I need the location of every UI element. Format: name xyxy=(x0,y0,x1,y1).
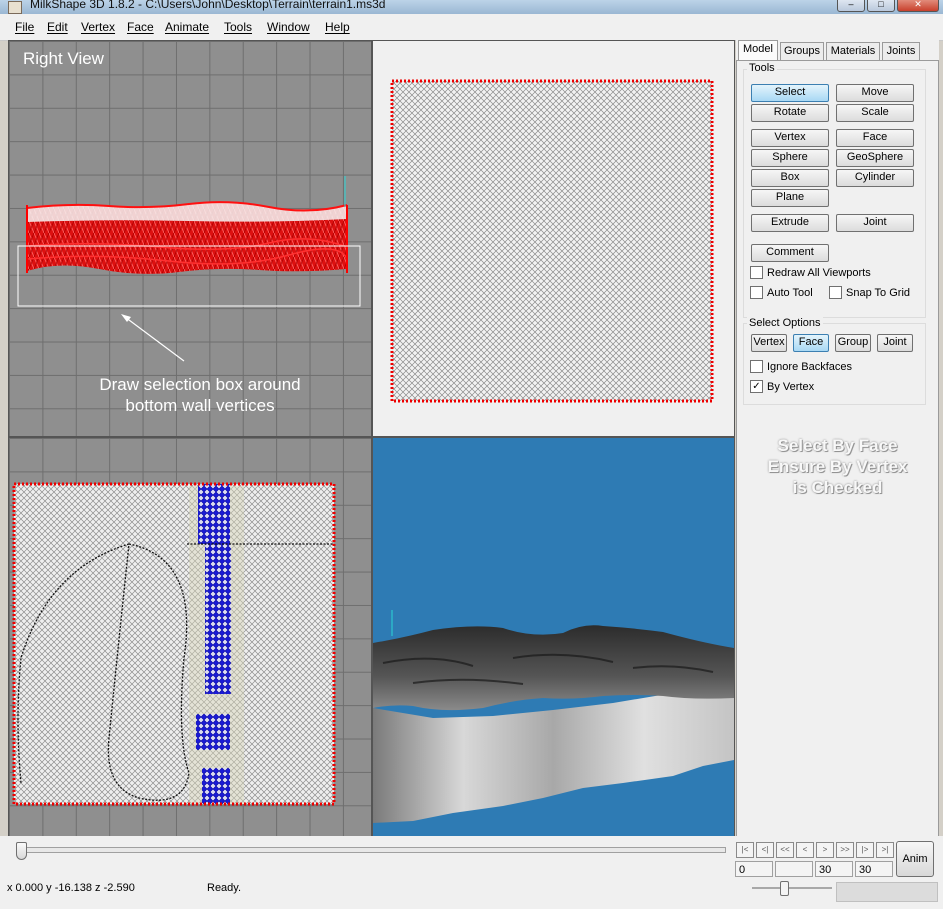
frame-slider-track[interactable] xyxy=(18,847,726,853)
select-options-label: Select Options xyxy=(747,317,823,329)
box-tool-button[interactable]: Box xyxy=(751,169,829,187)
checkbox-label: Auto Tool xyxy=(767,286,813,299)
last-frame-button[interactable]: >| xyxy=(876,842,894,858)
menu-tools[interactable]: Tools xyxy=(224,20,252,34)
speed-slider-thumb[interactable] xyxy=(780,881,789,896)
next-frame-button[interactable]: > xyxy=(816,842,834,858)
vertex-tool-button[interactable]: Vertex xyxy=(751,129,829,147)
frame-end-field[interactable]: 30 xyxy=(855,861,893,877)
select-tool-button[interactable]: Select xyxy=(751,84,829,102)
menu-animate[interactable]: Animate xyxy=(165,20,209,34)
checkmark-icon[interactable]: ✓ xyxy=(750,380,763,393)
select-group-button[interactable]: Group xyxy=(835,334,871,352)
minimize-button[interactable]: – xyxy=(837,0,865,12)
note-line-3: is Checked xyxy=(792,478,883,497)
tab-model[interactable]: Model xyxy=(738,40,778,61)
checkbox-box[interactable] xyxy=(750,360,763,373)
close-button[interactable]: ✕ xyxy=(897,0,939,12)
menu-face[interactable]: Face xyxy=(127,20,154,34)
cylinder-tool-button[interactable]: Cylinder xyxy=(836,169,914,187)
checkbox-box[interactable] xyxy=(829,286,842,299)
frame-slider-thumb[interactable] xyxy=(16,842,27,860)
note-line-1: Select By Face xyxy=(777,436,898,455)
prev-frame-button[interactable]: < xyxy=(796,842,814,858)
app-icon xyxy=(8,1,22,14)
window-title: MilkShape 3D 1.8.2 - C:\Users\John\Deskt… xyxy=(30,0,386,11)
select-joint-button[interactable]: Joint xyxy=(877,334,913,352)
frame-current-value-field[interactable]: 30 xyxy=(815,861,853,877)
speed-slider-track[interactable] xyxy=(752,887,832,889)
annotation-line-1: Draw selection box around xyxy=(99,375,301,394)
prev-key-button[interactable]: <| xyxy=(756,842,774,858)
top-view-mesh xyxy=(12,482,336,806)
menu-edit[interactable]: Edit xyxy=(47,20,68,34)
rewind-button[interactable]: << xyxy=(776,842,794,858)
note-line-2: Ensure By Vertex xyxy=(767,457,908,476)
tab-joints[interactable]: Joints xyxy=(882,42,920,60)
viewport-label: Right View xyxy=(23,49,104,68)
menu-vertex[interactable]: Vertex xyxy=(81,20,115,34)
terrain-grid-mesh xyxy=(390,79,714,403)
snap-to-grid-checkbox[interactable]: Snap To Grid xyxy=(829,286,910,299)
joint-tool-button[interactable]: Joint xyxy=(836,214,914,232)
checkbox-label: Redraw All Viewports xyxy=(767,266,871,279)
frame-start-field[interactable]: 0 xyxy=(735,861,773,877)
panel-instruction-note: Select By Face Ensure By Vertex is Check… xyxy=(737,435,938,498)
anim-button[interactable]: Anim xyxy=(896,841,934,877)
tab-materials[interactable]: Materials xyxy=(826,42,880,60)
checkbox-box[interactable] xyxy=(750,266,763,279)
coordinates-readout: x 0.000 y -16.138 z -2.590 xyxy=(7,882,135,894)
move-tool-button[interactable]: Move xyxy=(836,84,914,102)
status-message: Ready. xyxy=(207,882,242,894)
fast-forward-button[interactable]: >> xyxy=(836,842,854,858)
maximize-button[interactable]: □ xyxy=(867,0,895,12)
plane-tool-button[interactable]: Plane xyxy=(751,189,829,207)
scale-tool-button[interactable]: Scale xyxy=(836,104,914,122)
selection-instruction: Draw selection box around bottom wall ve… xyxy=(85,374,315,416)
viewport-3d-view[interactable] xyxy=(372,437,735,838)
face-tool-button[interactable]: Face xyxy=(836,129,914,147)
menu-window[interactable]: Window xyxy=(267,20,310,34)
status-bar: x 0.000 y -16.138 z -2.590 Ready. xyxy=(0,878,943,909)
viewport-right-view[interactable]: Right View Draw selection box around bot… xyxy=(8,40,372,437)
tab-groups[interactable]: Groups xyxy=(780,42,824,60)
select-face-button[interactable]: Face xyxy=(793,334,829,352)
checkbox-label: Snap To Grid xyxy=(846,286,911,299)
title-bar: MilkShape 3D 1.8.2 - C:\Users\John\Deskt… xyxy=(0,0,943,14)
model-panel: Model Groups Materials Joints Tools Sele… xyxy=(736,40,939,838)
status-panel xyxy=(836,882,938,902)
auto-tool-checkbox[interactable]: Auto Tool xyxy=(750,286,813,299)
extrude-tool-button[interactable]: Extrude xyxy=(751,214,829,232)
viewport-top-view[interactable] xyxy=(8,437,372,838)
first-frame-button[interactable]: |< xyxy=(736,842,754,858)
rotate-tool-button[interactable]: Rotate xyxy=(751,104,829,122)
panel-tabs: Model Groups Materials Joints xyxy=(736,40,939,61)
checkbox-box[interactable] xyxy=(750,286,763,299)
viewport-front-view[interactable] xyxy=(372,40,735,437)
terrain-3d-render xyxy=(373,610,734,823)
tools-label: Tools xyxy=(747,62,777,74)
checkbox-label: Ignore Backfaces xyxy=(767,360,852,373)
geosphere-tool-button[interactable]: GeoSphere xyxy=(836,149,914,167)
menu-bar: File Edit Vertex Face Animate Tools Wind… xyxy=(0,14,943,41)
menu-help[interactable]: Help xyxy=(325,20,350,34)
annotation-line-2: bottom wall vertices xyxy=(125,396,275,415)
sphere-tool-button[interactable]: Sphere xyxy=(751,149,829,167)
model-tab-page: Tools Select Move Rotate Scale Vertex Fa… xyxy=(736,60,939,838)
comment-tool-button[interactable]: Comment xyxy=(751,244,829,262)
by-vertex-checkbox[interactable]: ✓ By Vertex xyxy=(750,380,814,393)
next-key-button[interactable]: |> xyxy=(856,842,874,858)
menu-file[interactable]: File xyxy=(15,20,34,34)
frame-current-field[interactable] xyxy=(775,861,813,877)
redraw-all-viewports-checkbox[interactable]: Redraw All Viewports xyxy=(750,266,871,279)
select-vertex-button[interactable]: Vertex xyxy=(751,334,787,352)
checkbox-label: By Vertex xyxy=(767,380,815,393)
ignore-backfaces-checkbox[interactable]: Ignore Backfaces xyxy=(750,360,852,373)
